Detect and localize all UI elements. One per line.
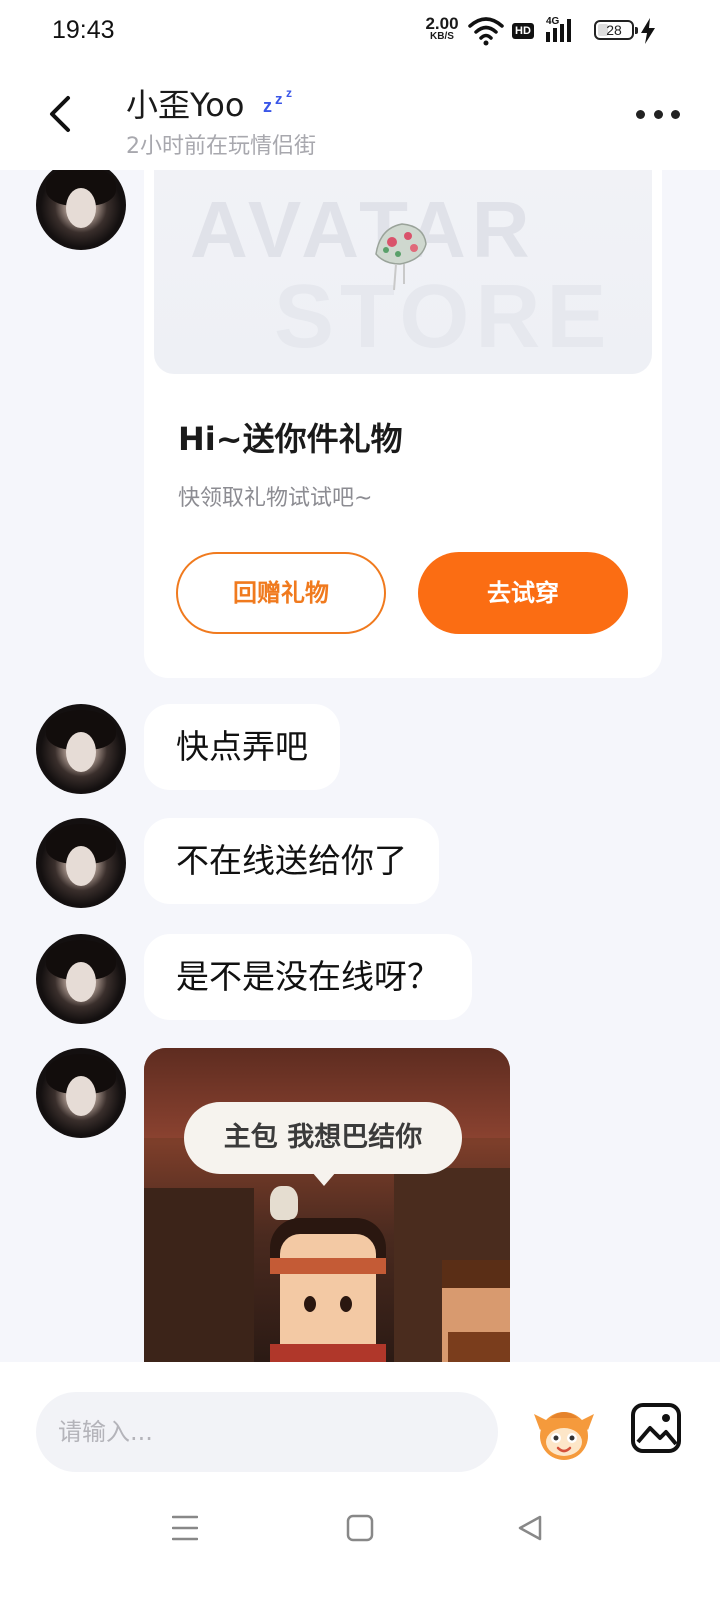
back-button[interactable] [40, 90, 80, 138]
gift-title: Hi~送你件礼物 [178, 420, 403, 458]
chat-messages[interactable]: AVATAR STORE Hi~送你件礼物 快领取礼物试试吧~ 回赠礼物 去试穿… [0, 170, 720, 1362]
charging-icon [641, 18, 655, 44]
svg-text:z: z [275, 91, 283, 108]
sticker-speech-text: 主包 我想巴结你 [184, 1102, 462, 1174]
avatar[interactable] [36, 704, 126, 794]
network-speed: 2.00 KB/S [422, 15, 462, 42]
network-speed-value: 2.00 [425, 14, 459, 33]
more-dots-icon [636, 110, 645, 119]
gift-subtitle: 快领取礼物试试吧~ [178, 486, 373, 511]
signal-icon: 4G [546, 14, 576, 48]
system-nav-bar [0, 1474, 720, 1600]
try-on-button[interactable]: 去试穿 [418, 552, 628, 634]
avatar[interactable] [36, 170, 126, 250]
message-bubble[interactable]: 不在线送给你了 [144, 818, 439, 904]
status-bar: 19:43 2.00 KB/S HD 4G 28 [0, 0, 720, 64]
wifi-icon [468, 17, 504, 46]
svg-text:z: z [286, 86, 292, 100]
svg-text:z: z [263, 96, 272, 114]
message-input[interactable]: 请输入... [36, 1392, 498, 1472]
more-options-button[interactable] [636, 110, 680, 124]
banner-watermark: AVATAR [190, 185, 536, 274]
input-bar: 请输入... [0, 1362, 720, 1474]
return-gift-button[interactable]: 回赠礼物 [176, 552, 386, 634]
message-bubble[interactable]: 快点弄吧 [144, 704, 340, 790]
battery-icon: 28 [594, 20, 638, 40]
zzz-sleep-icon: z z z [263, 86, 292, 114]
chat-header: 小歪Yoo z z z 2小时前在玩情侣街 [0, 64, 720, 170]
network-speed-unit: KB/S [430, 31, 454, 42]
gift-card[interactable]: AVATAR STORE Hi~送你件礼物 快领取礼物试试吧~ 回赠礼物 去试穿 [144, 170, 662, 678]
battery-level: 28 [606, 22, 622, 38]
status-time: 19:43 [52, 16, 115, 44]
gift-banner: AVATAR STORE [154, 170, 652, 374]
banner-watermark: STORE [274, 267, 613, 367]
mascot-emoji-icon[interactable] [532, 1400, 596, 1464]
avatar[interactable] [36, 1048, 126, 1138]
contact-status: 2小时前在玩情侣街 [126, 134, 316, 159]
sticker-image[interactable]: 主包 我想巴结你 [144, 1048, 510, 1362]
message-bubble[interactable]: 是不是没在线呀？ [144, 934, 472, 1020]
back-triangle-icon[interactable] [516, 1514, 544, 1542]
menu-icon[interactable] [172, 1514, 198, 1542]
avatar[interactable] [36, 818, 126, 908]
avatar[interactable] [36, 934, 126, 1024]
home-square-icon[interactable] [346, 1514, 374, 1542]
contact-name[interactable]: 小歪Yoo [126, 80, 244, 126]
hat-gift-icon [375, 223, 427, 291]
network-type: 4G [546, 16, 560, 27]
image-icon[interactable] [630, 1402, 682, 1454]
hd-badge: HD [512, 23, 534, 39]
